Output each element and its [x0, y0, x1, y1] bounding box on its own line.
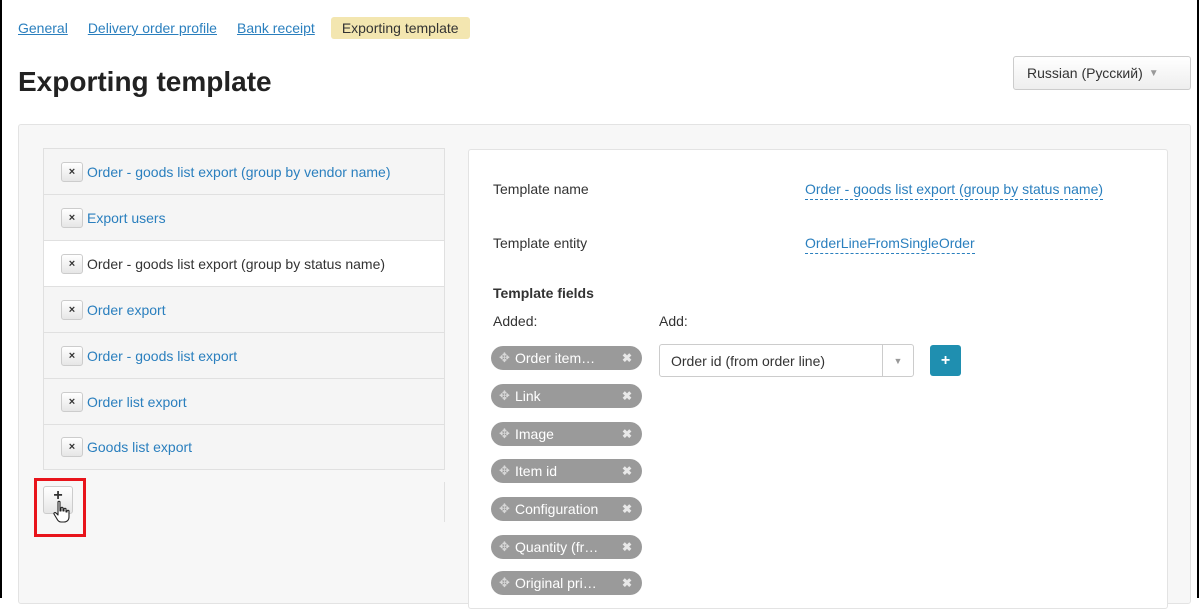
- move-icon[interactable]: ✥: [499, 388, 515, 404]
- hand-cursor-icon: [53, 500, 70, 523]
- template-entity-label: Template entity: [493, 235, 588, 251]
- template-list-item-label: Order - goods list export (group by stat…: [87, 255, 386, 272]
- field-chip[interactable]: ✥ Order item… ✖: [491, 346, 642, 370]
- template-list-item-label[interactable]: Export users: [87, 210, 166, 226]
- field-chip[interactable]: ✥ Item id ✖: [491, 459, 642, 483]
- remove-icon[interactable]: ×: [61, 299, 83, 320]
- remove-icon[interactable]: ✖: [622, 389, 632, 403]
- move-icon[interactable]: ✥: [499, 426, 515, 442]
- move-icon[interactable]: ✥: [499, 350, 515, 366]
- add-field-select-value: Order id (from order line): [671, 352, 826, 369]
- field-chip-label: Quantity (fr…: [515, 539, 599, 555]
- field-chip[interactable]: ✥ Configuration ✖: [491, 497, 642, 521]
- list-divider: [444, 482, 445, 522]
- field-chip-label: Original pri…: [515, 575, 597, 591]
- plus-icon: +: [940, 351, 951, 369]
- template-list-item[interactable]: × Export users: [43, 194, 445, 240]
- field-chip[interactable]: ✥ Original pri… ✖: [491, 571, 642, 595]
- template-name-value[interactable]: Order - goods list export (group by stat…: [805, 181, 1104, 200]
- add-field-select[interactable]: Order id (from order line) ▼: [659, 344, 914, 377]
- remove-icon[interactable]: ×: [61, 161, 83, 182]
- field-chip-label: Link: [515, 388, 541, 404]
- template-name-label: Template name: [493, 181, 589, 197]
- tab-delivery-order-profile[interactable]: Delivery order profile: [88, 20, 217, 36]
- template-list-item-label[interactable]: Order - goods list export (group by vend…: [87, 164, 390, 180]
- field-chip[interactable]: ✥ Link ✖: [491, 384, 642, 408]
- caret-down-icon: ▼: [1148, 67, 1159, 79]
- template-list-item[interactable]: × Order - goods list export: [43, 332, 445, 378]
- template-list-item-label[interactable]: Order list export: [87, 394, 187, 410]
- field-chip[interactable]: ✥ Quantity (fr… ✖: [491, 535, 642, 559]
- template-entity-value[interactable]: OrderLineFromSingleOrder: [805, 235, 975, 254]
- move-icon[interactable]: ✥: [499, 501, 515, 517]
- field-chip[interactable]: ✥ Image ✖: [491, 422, 642, 446]
- language-select-value: Russian (Русский): [1027, 65, 1143, 81]
- language-select[interactable]: Russian (Русский) ▼: [1013, 56, 1191, 90]
- template-list-item-selected[interactable]: × Order - goods list export (group by st…: [43, 240, 445, 286]
- template-list-item[interactable]: × Order export: [43, 286, 445, 332]
- remove-icon[interactable]: ×: [61, 391, 83, 412]
- added-label: Added:: [493, 313, 538, 329]
- tab-exporting-template[interactable]: Exporting template: [330, 17, 470, 39]
- template-list-item-label[interactable]: Order export: [87, 302, 166, 318]
- remove-icon[interactable]: ×: [61, 207, 83, 228]
- move-icon[interactable]: ✥: [499, 575, 515, 591]
- page-title: Exporting template: [18, 66, 272, 97]
- move-icon[interactable]: ✥: [499, 463, 515, 479]
- remove-icon[interactable]: ✖: [622, 351, 632, 365]
- remove-icon[interactable]: ×: [61, 253, 83, 274]
- remove-icon[interactable]: ✖: [622, 502, 632, 516]
- field-chip-label: Image: [515, 426, 554, 442]
- field-chip-label: Configuration: [515, 501, 599, 517]
- add-field-button[interactable]: +: [930, 345, 961, 376]
- remove-icon[interactable]: ×: [61, 437, 83, 457]
- template-fields-heading: Template fields: [493, 285, 594, 301]
- template-list-item[interactable]: × Order list export: [43, 378, 445, 424]
- template-list-item-label[interactable]: Goods list export: [87, 439, 192, 455]
- remove-icon[interactable]: ✖: [622, 464, 632, 478]
- template-list-item-label[interactable]: Order - goods list export: [87, 348, 237, 364]
- template-list-item[interactable]: × Goods list export: [43, 424, 445, 470]
- remove-icon[interactable]: ✖: [622, 540, 632, 554]
- template-list: × Order - goods list export (group by ve…: [43, 148, 445, 470]
- chevron-down-icon[interactable]: ▼: [882, 345, 913, 376]
- remove-icon[interactable]: ×: [61, 345, 83, 366]
- field-chip-label: Item id: [515, 463, 558, 479]
- template-list-item[interactable]: × Order - goods list export (group by ve…: [43, 148, 445, 194]
- field-chip-label: Order item…: [515, 350, 596, 366]
- remove-icon[interactable]: ✖: [622, 576, 632, 590]
- move-icon[interactable]: ✥: [499, 539, 515, 555]
- tab-bar: General Delivery order profile Bank rece…: [18, 17, 470, 39]
- tab-general[interactable]: General: [18, 20, 68, 36]
- tab-bank-receipt[interactable]: Bank receipt: [237, 20, 315, 36]
- remove-icon[interactable]: ✖: [622, 427, 632, 441]
- add-label: Add:: [659, 313, 688, 329]
